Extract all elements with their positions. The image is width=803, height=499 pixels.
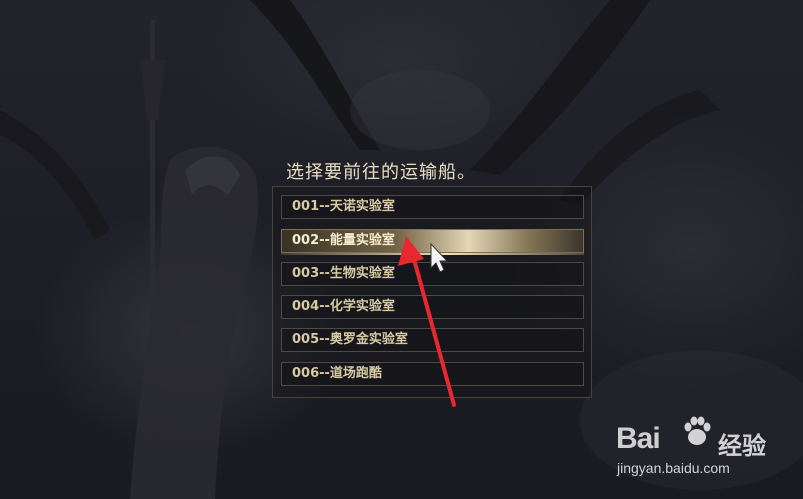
- ship-option-002[interactable]: 002--能量实验室: [281, 229, 584, 255]
- ship-option-006[interactable]: 006--道场跑酷: [281, 362, 584, 386]
- ship-option-005[interactable]: 005--奥罗金实验室: [281, 328, 584, 352]
- watermark-brand: 经验: [718, 432, 766, 460]
- watermark-url: jingyan.baidu.com: [617, 460, 730, 476]
- baidu-jingyan-watermark: Bai 经验 jingyan.baidu.com: [616, 410, 766, 480]
- ship-option-004[interactable]: 004--化学实验室: [281, 295, 584, 319]
- ship-option-001[interactable]: 001--天诺实验室: [281, 195, 584, 219]
- dialog-title: 选择要前往的运输船。: [286, 162, 476, 183]
- watermark-logo-text: Bai: [616, 422, 661, 455]
- ship-option-003[interactable]: 003--生物实验室: [281, 262, 584, 286]
- baidu-paw-icon: [684, 416, 711, 445]
